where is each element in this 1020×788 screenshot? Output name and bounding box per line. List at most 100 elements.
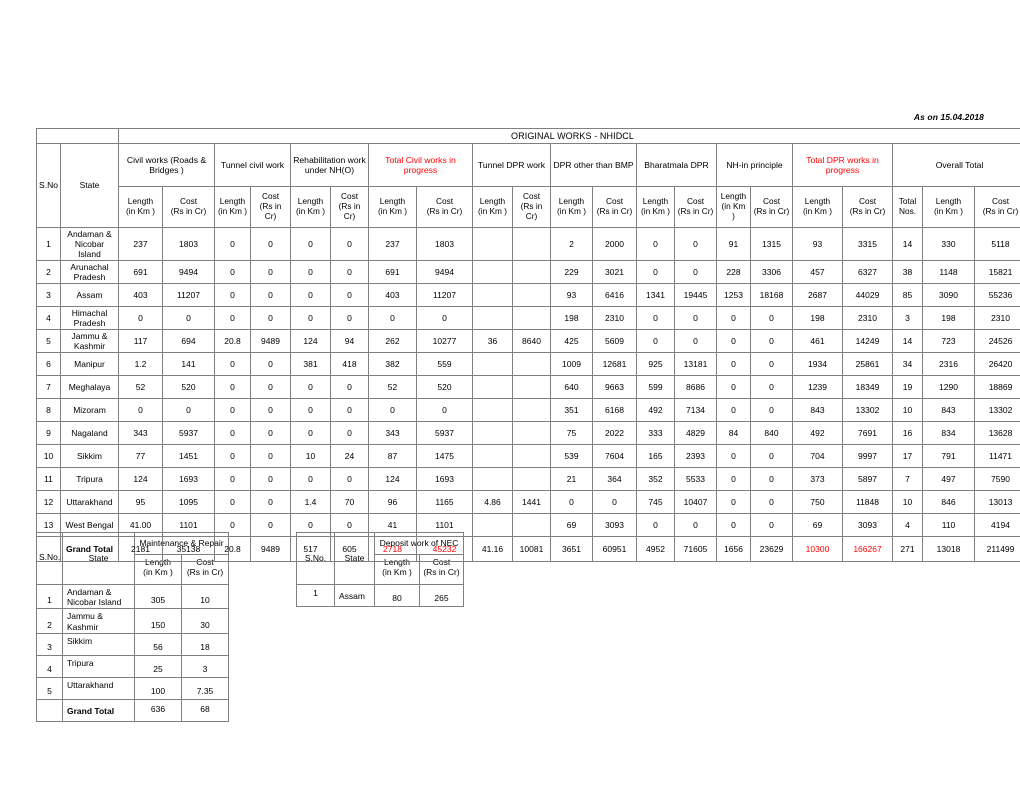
cell-r6-c12: 12681	[592, 352, 637, 377]
cell-r2-c18: 6327	[842, 260, 893, 285]
table-row: 12 Uttarakhand 95 1095 0 0 1.4 70 96 1165 4.86 1441…	[36, 490, 1020, 515]
group-header-total-civil-works-in-progress: Total Civil works in progress	[368, 143, 473, 187]
mr-row-sno: 3	[36, 632, 63, 656]
cell-r2-c1: 691	[118, 260, 163, 285]
grand-total-c20: 13018	[922, 536, 975, 563]
cell-r4-c20: 198	[922, 306, 975, 331]
cell-r1-c6: 0	[330, 226, 369, 262]
cell-r4-c10	[512, 306, 551, 331]
table-row: 5 Jammu & Kashmir 117 694 20.8 9489 124 94 262 10…	[36, 329, 1020, 354]
cell-r8-c17: 843	[792, 398, 843, 423]
cell-r10-c1: 77	[118, 444, 163, 469]
cell-r6-c10	[512, 352, 551, 377]
mr-row-sno: 4	[36, 654, 63, 678]
grand-total-c14: 71605	[674, 536, 717, 563]
cell-r4-c16: 0	[750, 306, 793, 331]
cell-r12-c20: 846	[922, 490, 975, 515]
cell-r3-c21: 55236	[973, 283, 1020, 308]
row-state-jammu-kashmir: Jammu & Kashmir	[60, 329, 119, 354]
cell-r12-c1: 95	[118, 490, 163, 515]
row-state-west-bengal: West Bengal	[60, 513, 119, 538]
cell-r12-c9: 4.86	[472, 490, 513, 515]
cell-r2-c4: 0	[250, 260, 291, 285]
cell-r5-c20: 723	[922, 329, 975, 354]
mr-row-cost: 30	[180, 608, 230, 634]
cell-r9-c14: 4829	[674, 421, 717, 446]
row-state-arunachal-pradesh: Arunachal Pradesh	[60, 260, 119, 285]
cell-r10-c20: 791	[922, 444, 975, 469]
cell-r1-c18: 3315	[842, 226, 893, 262]
cell-r7-c8: 520	[416, 375, 473, 400]
cell-r11-c19: 7	[892, 467, 923, 492]
sub-header-1-cost: Cost (Rs in Cr)	[162, 186, 215, 228]
title-spacer-left	[36, 128, 119, 144]
cell-r3-c18: 44029	[842, 283, 893, 308]
sub-header-17-cost: Cost (Rs in Cr)	[842, 186, 893, 228]
cell-r11-c7: 124	[368, 467, 417, 492]
cell-r5-c21: 24526	[973, 329, 1020, 354]
cell-r10-c12: 7604	[592, 444, 637, 469]
cell-r6-c5: 381	[290, 352, 331, 377]
nec-row-state-assam: Assam	[334, 584, 375, 607]
cell-r9-c5: 0	[290, 421, 331, 446]
cell-r2-c8: 9494	[416, 260, 473, 285]
row-state-himachal-pradesh: Himachal Pradesh	[60, 306, 119, 331]
mr-row-length: 305	[134, 583, 182, 610]
cell-r13-c8: 1101	[416, 513, 473, 538]
cell-r1-c11: 2	[550, 226, 593, 262]
cell-r4-c17: 198	[792, 306, 843, 331]
cell-r12-c17: 750	[792, 490, 843, 515]
cell-r9-c6: 0	[330, 421, 369, 446]
cell-r3-c15: 1253	[716, 283, 751, 308]
cell-r8-c9	[472, 398, 513, 423]
cell-r6-c15: 0	[716, 352, 751, 377]
cell-r7-c20: 1290	[922, 375, 975, 400]
cell-r10-c16: 0	[750, 444, 793, 469]
cell-r13-c13: 0	[636, 513, 675, 538]
grand-total-c2: 35138	[162, 536, 215, 563]
cell-r1-c16: 1315	[750, 226, 793, 262]
grand-total-c7: 2718	[368, 536, 417, 563]
cell-r11-c11: 21	[550, 467, 593, 492]
mr-grand-total-sno	[36, 698, 63, 722]
cell-r6-c6: 418	[330, 352, 369, 377]
cell-r7-c9	[472, 375, 513, 400]
cell-r7-c19: 19	[892, 375, 923, 400]
cell-r8-c11: 351	[550, 398, 593, 423]
cell-r13-c17: 69	[792, 513, 843, 538]
cell-r12-c19: 10	[892, 490, 923, 515]
cell-r3-c13: 1341	[636, 283, 675, 308]
sub-header-12-length: Length (in Km )	[636, 186, 675, 228]
table-row: 7 Meghalaya 52 520 0 0 0 0 52 520 640 9663 599 8686 0 0…	[36, 375, 1020, 400]
grand-total-c11: 3651	[550, 536, 593, 563]
cell-r8-c20: 843	[922, 398, 975, 423]
cell-r10-c19: 17	[892, 444, 923, 469]
cell-r5-c15: 0	[716, 329, 751, 354]
cell-r12-c8: 1165	[416, 490, 473, 515]
cell-r3-c6: 0	[330, 283, 369, 308]
cell-r11-c3: 0	[214, 467, 251, 492]
row-sno: 8	[36, 398, 61, 423]
cell-r1-c8: 1803	[416, 226, 473, 262]
row-state-nagaland: Nagaland	[60, 421, 119, 446]
sub-header-15-cost: Cost (Rs in Cr)	[750, 186, 793, 228]
cell-r13-c15: 0	[716, 513, 751, 538]
cell-r7-c15: 0	[716, 375, 751, 400]
mr-row-sno: 1	[36, 583, 63, 610]
cell-r11-c15: 0	[716, 467, 751, 492]
cell-r8-c2: 0	[162, 398, 215, 423]
cell-r9-c18: 7691	[842, 421, 893, 446]
cell-r2-c6: 0	[330, 260, 369, 285]
cell-r12-c6: 70	[330, 490, 369, 515]
group-header-overall-total: Overall Total	[891, 143, 1020, 187]
cell-r8-c7: 0	[368, 398, 417, 423]
cell-r2-c13: 0	[636, 260, 675, 285]
column-header-state: State	[60, 143, 119, 228]
cell-r13-c14: 0	[674, 513, 717, 538]
table-row: 6 Manipur 1.2 141 0 0 381 418 382 559 1009 12681 925…	[36, 352, 1020, 377]
cell-r12-c4: 0	[250, 490, 291, 515]
cell-r4-c1: 0	[118, 306, 163, 331]
cell-r5-c13: 0	[636, 329, 675, 354]
grand-total-c10: 10081	[512, 536, 551, 563]
cell-r10-c11: 539	[550, 444, 593, 469]
